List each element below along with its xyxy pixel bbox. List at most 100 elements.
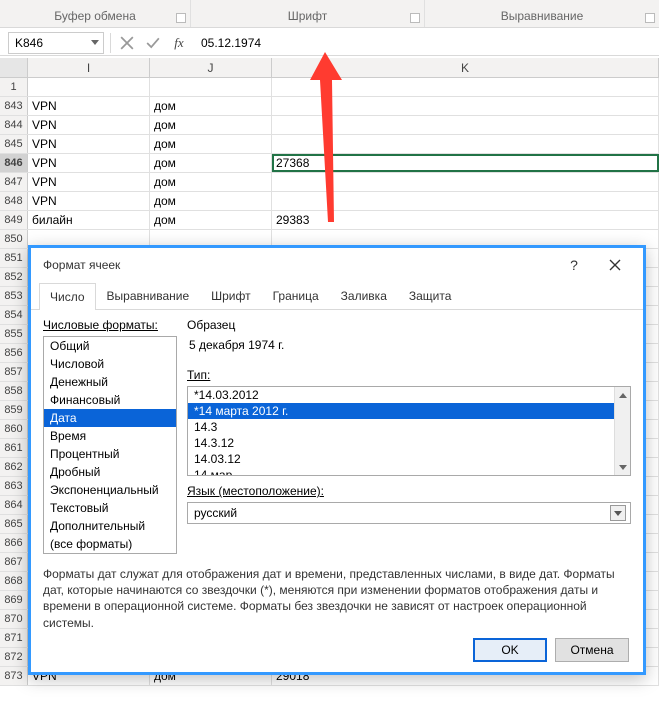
cell[interactable]: билайн bbox=[28, 211, 150, 229]
table-row[interactable]: 846VPNдом27368 bbox=[0, 154, 659, 173]
row-header[interactable]: 857 bbox=[0, 363, 28, 381]
name-box[interactable]: K846 bbox=[8, 32, 104, 54]
chevron-down-icon[interactable] bbox=[610, 505, 626, 521]
row-header[interactable]: 851 bbox=[0, 249, 28, 267]
table-row[interactable]: 844VPNдом bbox=[0, 116, 659, 135]
tab-4[interactable]: Заливка bbox=[330, 282, 398, 309]
tab-3[interactable]: Граница bbox=[262, 282, 330, 309]
cell[interactable]: дом bbox=[150, 135, 272, 153]
help-button[interactable]: ? bbox=[561, 257, 587, 273]
scrollbar[interactable] bbox=[614, 387, 630, 475]
enter-formula-button[interactable] bbox=[143, 33, 163, 53]
category-item[interactable]: Денежный bbox=[44, 373, 176, 391]
category-item[interactable]: Экспоненциальный bbox=[44, 481, 176, 499]
cell[interactable]: VPN bbox=[28, 192, 150, 210]
row-header[interactable]: 855 bbox=[0, 325, 28, 343]
type-item[interactable]: 14.3.12 bbox=[188, 435, 630, 451]
row-header[interactable]: 871 bbox=[0, 629, 28, 647]
cell[interactable] bbox=[272, 97, 659, 115]
dialog-launcher-icon[interactable] bbox=[176, 13, 186, 23]
category-list[interactable]: ОбщийЧисловойДенежныйФинансовыйДатаВремя… bbox=[43, 336, 177, 554]
row-header[interactable]: 843 bbox=[0, 97, 28, 115]
cell[interactable] bbox=[150, 78, 272, 96]
row-header[interactable]: 852 bbox=[0, 268, 28, 286]
cell[interactable] bbox=[272, 173, 659, 191]
row-header[interactable]: 858 bbox=[0, 382, 28, 400]
cell[interactable]: VPN bbox=[28, 154, 150, 172]
chevron-down-icon[interactable] bbox=[91, 40, 99, 45]
cell[interactable] bbox=[272, 116, 659, 134]
row-header[interactable]: 848 bbox=[0, 192, 28, 210]
scroll-down-button[interactable] bbox=[615, 459, 630, 475]
row-header[interactable]: 862 bbox=[0, 458, 28, 476]
type-list[interactable]: *14.03.2012*14 марта 2012 г.14.314.3.121… bbox=[187, 386, 631, 476]
row-header[interactable]: 853 bbox=[0, 287, 28, 305]
formula-input[interactable] bbox=[195, 32, 651, 54]
cell[interactable]: дом bbox=[150, 173, 272, 191]
cell[interactable]: 27368 bbox=[272, 154, 659, 172]
category-item[interactable]: Текстовый bbox=[44, 499, 176, 517]
dialog-titlebar[interactable]: Формат ячеек ? bbox=[31, 248, 643, 282]
category-item[interactable]: Время bbox=[44, 427, 176, 445]
locale-select[interactable]: русский bbox=[187, 502, 631, 524]
cell[interactable]: дом bbox=[150, 116, 272, 134]
category-item[interactable]: Процентный bbox=[44, 445, 176, 463]
category-item[interactable]: Финансовый bbox=[44, 391, 176, 409]
row-header[interactable]: 864 bbox=[0, 496, 28, 514]
row-header[interactable]: 844 bbox=[0, 116, 28, 134]
table-row[interactable]: 849билайндом29383 bbox=[0, 211, 659, 230]
row-header[interactable]: 860 bbox=[0, 420, 28, 438]
cell[interactable]: VPN bbox=[28, 173, 150, 191]
type-item[interactable]: 14.03.12 bbox=[188, 451, 630, 467]
category-item[interactable]: Дата bbox=[44, 409, 176, 427]
cell[interactable]: VPN bbox=[28, 97, 150, 115]
row-header[interactable]: 849 bbox=[0, 211, 28, 229]
row-header[interactable]: 863 bbox=[0, 477, 28, 495]
table-row[interactable]: 1 bbox=[0, 78, 659, 97]
cancel-formula-button[interactable] bbox=[117, 33, 137, 53]
row-header[interactable]: 867 bbox=[0, 553, 28, 571]
row-header[interactable]: 866 bbox=[0, 534, 28, 552]
ok-button[interactable]: OK bbox=[473, 638, 547, 662]
row-header[interactable]: 846 bbox=[0, 154, 28, 172]
column-header-K[interactable]: K bbox=[272, 58, 659, 77]
row-header[interactable]: 856 bbox=[0, 344, 28, 362]
insert-function-button[interactable]: fx bbox=[169, 33, 189, 53]
row-header[interactable]: 845 bbox=[0, 135, 28, 153]
select-all-corner[interactable] bbox=[0, 58, 28, 77]
type-item[interactable]: 14.3 bbox=[188, 419, 630, 435]
column-header-I[interactable]: I bbox=[28, 58, 150, 77]
table-row[interactable]: 843VPNдом bbox=[0, 97, 659, 116]
cell[interactable] bbox=[272, 78, 659, 96]
cancel-button[interactable]: Отмена bbox=[555, 638, 629, 662]
row-header[interactable]: 859 bbox=[0, 401, 28, 419]
cell[interactable]: VPN bbox=[28, 135, 150, 153]
row-header[interactable]: 847 bbox=[0, 173, 28, 191]
cell[interactable]: дом bbox=[150, 192, 272, 210]
table-row[interactable]: 847VPNдом bbox=[0, 173, 659, 192]
close-button[interactable] bbox=[593, 251, 637, 279]
tab-0[interactable]: Число bbox=[39, 283, 96, 310]
cell[interactable]: дом bbox=[150, 211, 272, 229]
row-header[interactable]: 861 bbox=[0, 439, 28, 457]
type-item[interactable]: 14 мар bbox=[188, 467, 630, 476]
row-header[interactable]: 854 bbox=[0, 306, 28, 324]
category-item[interactable]: (все форматы) bbox=[44, 535, 176, 553]
scroll-up-button[interactable] bbox=[615, 387, 630, 403]
cell[interactable] bbox=[272, 135, 659, 153]
cell[interactable]: 29383 bbox=[272, 211, 659, 229]
row-header[interactable]: 872 bbox=[0, 648, 28, 666]
tab-1[interactable]: Выравнивание bbox=[96, 282, 201, 309]
tab-5[interactable]: Защита bbox=[398, 282, 463, 309]
row-header[interactable]: 873 bbox=[0, 667, 28, 685]
dialog-launcher-icon[interactable] bbox=[645, 13, 655, 23]
cell[interactable]: VPN bbox=[28, 116, 150, 134]
cell[interactable]: дом bbox=[150, 154, 272, 172]
cell[interactable] bbox=[272, 192, 659, 210]
row-header[interactable]: 850 bbox=[0, 230, 28, 248]
table-row[interactable]: 848VPNдом bbox=[0, 192, 659, 211]
row-header[interactable]: 868 bbox=[0, 572, 28, 590]
row-header[interactable]: 1 bbox=[0, 78, 28, 96]
category-item[interactable]: Числовой bbox=[44, 355, 176, 373]
type-item[interactable]: *14 марта 2012 г. bbox=[188, 403, 630, 419]
